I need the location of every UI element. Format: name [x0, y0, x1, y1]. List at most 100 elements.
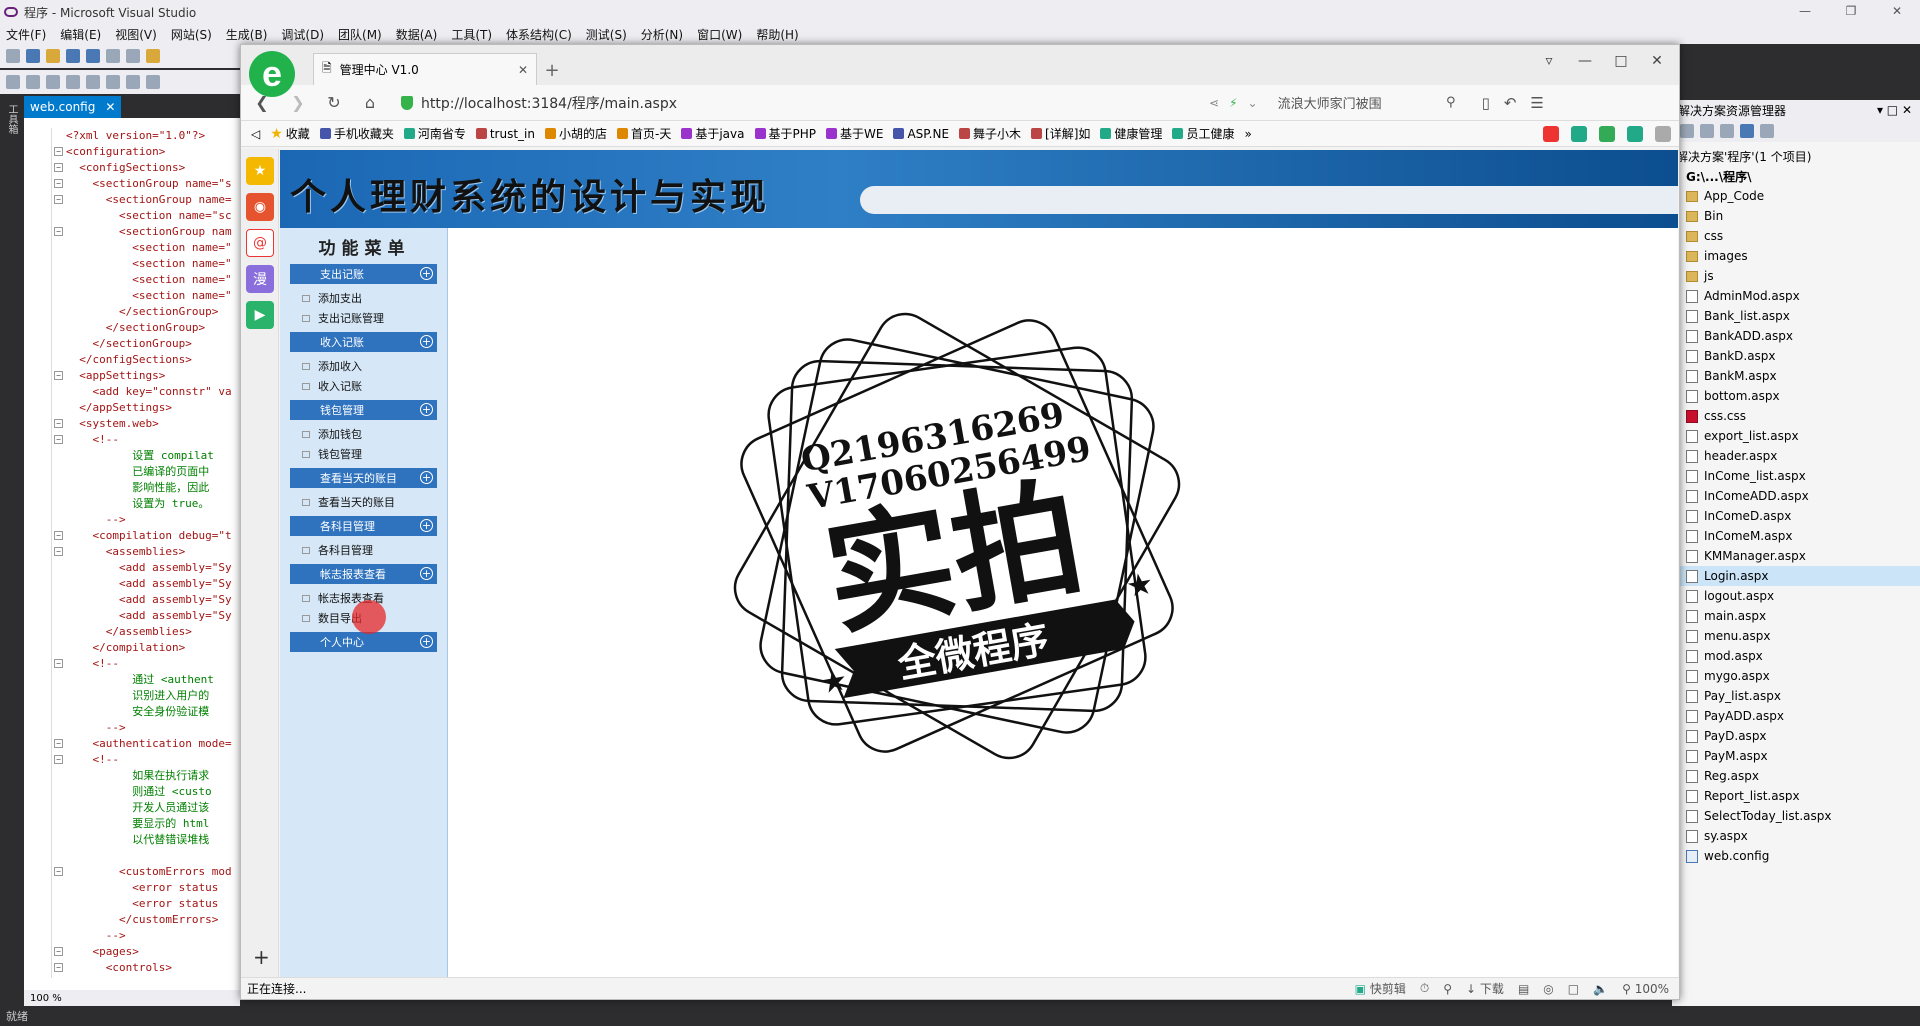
- fold-toggle-icon[interactable]: −: [54, 163, 63, 172]
- search-icon[interactable]: ⚲: [1446, 95, 1456, 110]
- download-button[interactable]: ↓ 下载: [1466, 980, 1504, 997]
- browser-icon[interactable]: ◎: [1543, 982, 1553, 996]
- share-icon[interactable]: ⋖: [1209, 96, 1219, 110]
- toolbar-icon[interactable]: [146, 75, 160, 89]
- maximize-icon[interactable]: □: [1603, 49, 1639, 73]
- menu-link[interactable]: 添加钱包: [290, 424, 437, 444]
- pin-icon[interactable]: ▾ □ ✕: [1877, 103, 1912, 117]
- menu-link[interactable]: 支出记账管理: [290, 308, 437, 328]
- menu-icon[interactable]: ☰: [1530, 94, 1543, 112]
- menu-group-header[interactable]: 钱包管理 +: [290, 400, 437, 420]
- fold-toggle-icon[interactable]: −: [54, 371, 63, 380]
- properties-icon[interactable]: [1680, 124, 1694, 138]
- file-node[interactable]: header.aspx: [1672, 446, 1920, 466]
- toolbar-icon[interactable]: [126, 75, 140, 89]
- bookmark-item[interactable]: 河南省专: [403, 125, 466, 142]
- fold-toggle-icon[interactable]: −: [54, 739, 63, 748]
- bookmark-item[interactable]: 健康管理: [1100, 125, 1162, 142]
- expand-plus-icon[interactable]: +: [420, 267, 433, 280]
- view-designer-icon[interactable]: [1740, 124, 1754, 138]
- fold-toggle-icon[interactable]: −: [54, 227, 63, 236]
- menu-build[interactable]: 生成(B): [226, 26, 268, 43]
- file-node[interactable]: BankADD.aspx: [1672, 326, 1920, 346]
- fold-toggle-icon[interactable]: −: [54, 659, 63, 668]
- clothes-icon[interactable]: ▿: [1531, 49, 1567, 73]
- folder-node[interactable]: Bin: [1672, 206, 1920, 226]
- folder-node[interactable]: js: [1672, 266, 1920, 286]
- close-icon[interactable]: ✕: [1874, 0, 1920, 22]
- copy-icon[interactable]: [126, 49, 140, 63]
- browser-logo-icon[interactable]: e: [249, 51, 295, 97]
- expand-plus-icon[interactable]: +: [420, 519, 433, 532]
- mail-icon[interactable]: @: [246, 229, 274, 257]
- toolbar-icon[interactable]: [66, 75, 80, 89]
- url-field[interactable]: http://localhost:3184/程序/main.aspx: [395, 89, 1195, 117]
- menu-link[interactable]: 各科目管理: [290, 540, 437, 560]
- bookmark-item[interactable]: [详解]如: [1031, 125, 1090, 142]
- weibo-icon[interactable]: ◉: [246, 193, 274, 221]
- chevron-down-icon[interactable]: ⌄: [1248, 96, 1258, 110]
- file-node[interactable]: logout.aspx: [1672, 586, 1920, 606]
- folder-node[interactable]: css: [1672, 226, 1920, 246]
- file-node[interactable]: SelectToday_list.aspx: [1672, 806, 1920, 826]
- file-node[interactable]: BankM.aspx: [1672, 366, 1920, 386]
- file-node[interactable]: main.aspx: [1672, 606, 1920, 626]
- video-icon[interactable]: ▶: [246, 301, 274, 329]
- bookmark-item[interactable]: 手机收藏夹: [319, 125, 394, 142]
- bookmark-item[interactable]: 基于java: [681, 125, 745, 142]
- fold-toggle-icon[interactable]: −: [54, 435, 63, 444]
- reading-mode-icon[interactable]: ▯: [1482, 94, 1490, 112]
- toolbar-back-icon[interactable]: [6, 49, 20, 63]
- home-icon[interactable]: ⌂: [359, 92, 381, 114]
- quick-edit-button[interactable]: ▣ 快剪辑: [1355, 980, 1406, 997]
- file-node[interactable]: PayM.aspx: [1672, 746, 1920, 766]
- file-node[interactable]: Reg.aspx: [1672, 766, 1920, 786]
- menu-group-header[interactable]: 各科目管理 +: [290, 516, 437, 536]
- file-node[interactable]: AdminMod.aspx: [1672, 286, 1920, 306]
- menu-link[interactable]: 添加支出: [290, 288, 437, 308]
- bookmark-item[interactable]: trust_in: [475, 127, 535, 141]
- bookmark-favorites[interactable]: ★ 收藏: [270, 125, 310, 142]
- fold-toggle-icon[interactable]: −: [54, 419, 63, 428]
- menu-data[interactable]: 数据(A): [396, 26, 438, 43]
- toolbar-icon[interactable]: [6, 75, 20, 89]
- open-file-icon[interactable]: [46, 49, 60, 63]
- add-sidebar-icon[interactable]: +: [253, 945, 270, 969]
- more-bookmarks-icon[interactable]: »: [1244, 127, 1251, 141]
- project-node[interactable]: G:\...\程序\: [1672, 166, 1920, 186]
- folder-node[interactable]: App_Code: [1672, 186, 1920, 206]
- menu-group-header[interactable]: 支出记账 +: [290, 264, 437, 284]
- fold-toggle-icon[interactable]: −: [54, 531, 63, 540]
- menu-window[interactable]: 窗口(W): [697, 26, 742, 43]
- fold-toggle-icon[interactable]: −: [54, 755, 63, 764]
- accelerate-icon[interactable]: ⏱: [1420, 981, 1429, 996]
- translate-icon[interactable]: [1571, 125, 1587, 142]
- expand-plus-icon[interactable]: +: [420, 635, 433, 648]
- fold-toggle-icon[interactable]: −: [54, 547, 63, 556]
- bookmark-item[interactable]: 舞子小木: [959, 125, 1021, 142]
- solution-node[interactable]: 解决方案'程序'(1 个项目): [1672, 146, 1920, 166]
- apps-icon[interactable]: [1655, 125, 1671, 142]
- undo-icon[interactable]: ↶: [1504, 94, 1517, 112]
- expand-plus-icon[interactable]: +: [420, 567, 433, 580]
- toolbar-icon[interactable]: [106, 75, 120, 89]
- toolbar-icon[interactable]: [46, 75, 60, 89]
- toolbar-icon[interactable]: [86, 75, 100, 89]
- expand-plus-icon[interactable]: +: [420, 471, 433, 484]
- menu-group-header[interactable]: 收入记账 +: [290, 332, 437, 352]
- browser-tab[interactable]: 🗎 管理中心 V1.0 ✕: [313, 53, 537, 85]
- zoom-level[interactable]: 100 %: [30, 993, 62, 1004]
- file-node[interactable]: Login.aspx: [1672, 566, 1920, 586]
- file-node[interactable]: mygo.aspx: [1672, 666, 1920, 686]
- menu-link[interactable]: 查看当天的账目: [290, 492, 437, 512]
- file-node[interactable]: InComeM.aspx: [1672, 526, 1920, 546]
- editor-code-lines[interactable]: <?xml version="1.0"?> <configuration> − <c…: [24, 128, 240, 978]
- menu-website[interactable]: 网站(S): [171, 26, 212, 43]
- file-node[interactable]: Bank_list.aspx: [1672, 306, 1920, 326]
- toolbox-tab[interactable]: 工具箱: [4, 104, 19, 134]
- close-icon[interactable]: ✕: [1639, 49, 1675, 73]
- screenshot-icon[interactable]: [1543, 125, 1559, 142]
- file-node[interactable]: BankD.aspx: [1672, 346, 1920, 366]
- menu-tools[interactable]: 工具(T): [451, 26, 492, 43]
- fold-toggle-icon[interactable]: −: [54, 179, 63, 188]
